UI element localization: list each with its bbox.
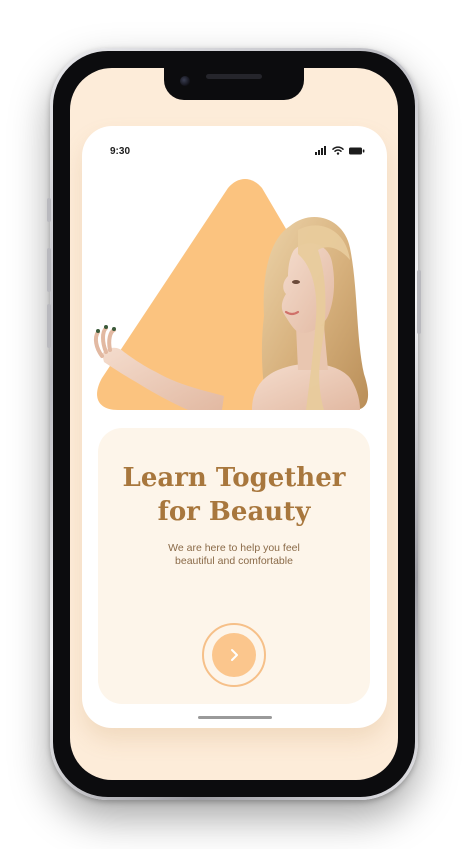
next-button-ring: [202, 623, 266, 687]
onboarding-panel: Learn Together for Beauty We are here to…: [98, 428, 370, 704]
power-button: [417, 270, 421, 334]
speaker-grille: [206, 74, 262, 79]
wifi-icon: [332, 146, 344, 155]
headline-line-1: Learn Together: [122, 463, 346, 493]
subtitle-line-2: beautiful and comfortable: [175, 555, 293, 567]
phone-frame: 9:30 Learn Together for Beauty We are he…: [47, 48, 421, 800]
silent-switch: [47, 198, 51, 222]
headline-line-2: for Beauty: [157, 497, 311, 527]
subtitle-line-1: We are here to help you feel: [168, 542, 300, 554]
next-button[interactable]: [212, 633, 256, 677]
cellular-signal-icon: [315, 146, 326, 155]
status-icons: [315, 146, 365, 155]
volume-down-button: [47, 304, 51, 348]
app-screen-card: 9:30 Learn Together for Beauty We are he…: [82, 126, 387, 728]
hero-image: [92, 178, 387, 410]
subtitle: We are here to help you feel beautiful a…: [138, 542, 330, 568]
battery-icon: [349, 147, 365, 154]
phone-bezel: 9:30 Learn Together for Beauty We are he…: [53, 51, 415, 797]
headline: Learn Together for Beauty: [98, 461, 370, 529]
front-camera-icon: [180, 76, 190, 86]
notch: [164, 68, 304, 100]
chevron-right-icon: [231, 649, 238, 661]
volume-up-button: [47, 248, 51, 292]
home-indicator[interactable]: [197, 716, 272, 719]
status-time: 9:30: [110, 146, 131, 157]
phone-screen: 9:30 Learn Together for Beauty We are he…: [70, 68, 398, 780]
